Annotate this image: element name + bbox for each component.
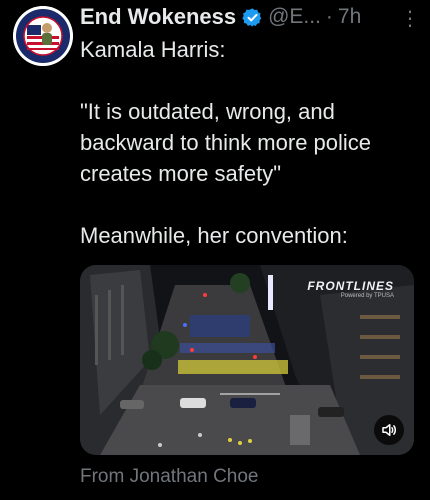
timestamp[interactable]: 7h <box>338 5 361 29</box>
media-attribution[interactable]: From Jonathan Choe <box>80 466 259 488</box>
speaker-icon[interactable] <box>374 415 404 445</box>
watermark-subtitle: Powered by TPUSA <box>340 293 394 299</box>
verified-badge-icon <box>242 7 263 28</box>
author-handle[interactable]: @E... <box>268 5 321 29</box>
more-options-icon[interactable]: ⋮ <box>400 6 420 31</box>
video-watermark: FRONTLINES Powered by TPUSA <box>307 279 394 299</box>
tweet-header: End Wokeness @E... · 7h ⋮ <box>80 2 420 32</box>
avatar-badge-image <box>13 6 73 66</box>
separator-dot: · <box>325 5 333 28</box>
tweet-text: Kamala Harris: "It is outdated, wrong, a… <box>80 37 372 248</box>
avatar[interactable] <box>13 6 73 66</box>
author-name[interactable]: End Wokeness <box>80 4 236 30</box>
watermark-title: FRONTLINES <box>307 279 394 293</box>
video-player[interactable]: FRONTLINES Powered by TPUSA <box>80 265 414 455</box>
